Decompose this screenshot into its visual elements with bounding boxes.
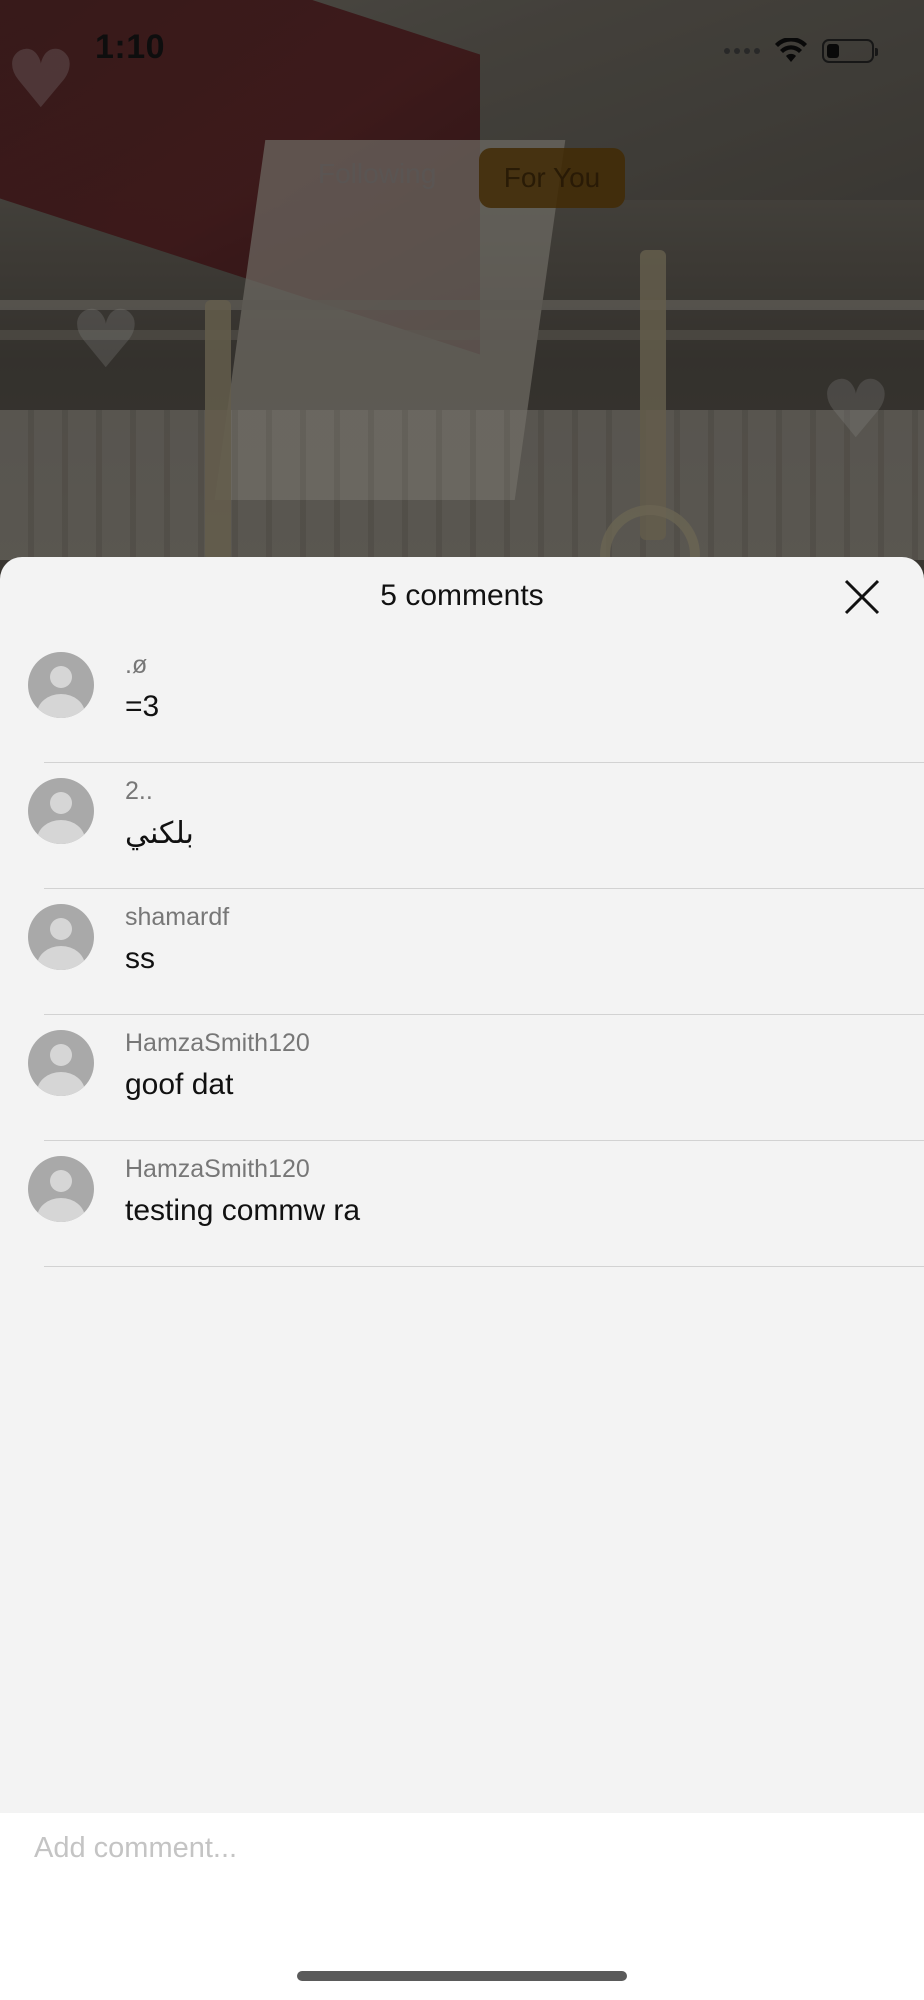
comment-item[interactable]: shamardf ss [0, 889, 924, 1015]
comments-title: 5 comments [380, 579, 544, 612]
comment-username[interactable]: .ø [125, 651, 147, 680]
avatar[interactable] [28, 652, 94, 718]
comment-text: =3 [125, 690, 160, 723]
comment-list: .ø =3 2.. بلكني shamardf ss HamzaSmith12… [0, 637, 924, 1267]
avatar[interactable] [28, 1156, 94, 1222]
comment-username[interactable]: HamzaSmith120 [125, 1029, 310, 1058]
comment-text: testing commw ra [125, 1194, 361, 1227]
comment-username[interactable]: 2.. [125, 777, 153, 806]
comment-text: goof dat [125, 1068, 234, 1101]
divider [44, 1266, 924, 1267]
comment-username[interactable]: HamzaSmith120 [125, 1155, 310, 1184]
comment-item[interactable]: HamzaSmith120 testing commw ra [0, 1141, 924, 1267]
comments-sheet: 5 comments .ø =3 2.. بلكني shamardf ss H… [0, 557, 924, 2000]
comment-text: بلكني [125, 817, 194, 850]
comment-item[interactable]: 2.. بلكني [0, 763, 924, 889]
comment-text: ss [125, 942, 155, 975]
avatar[interactable] [28, 1030, 94, 1096]
avatar[interactable] [28, 778, 94, 844]
avatar[interactable] [28, 904, 94, 970]
comment-item[interactable]: HamzaSmith120 goof dat [0, 1015, 924, 1141]
close-button[interactable] [840, 575, 884, 619]
comments-header: 5 comments [0, 557, 924, 637]
comment-item[interactable]: .ø =3 [0, 637, 924, 763]
comment-username[interactable]: shamardf [125, 903, 229, 932]
close-icon [844, 579, 880, 615]
add-comment-input[interactable] [34, 1823, 894, 1873]
home-indicator[interactable] [297, 1971, 627, 1981]
